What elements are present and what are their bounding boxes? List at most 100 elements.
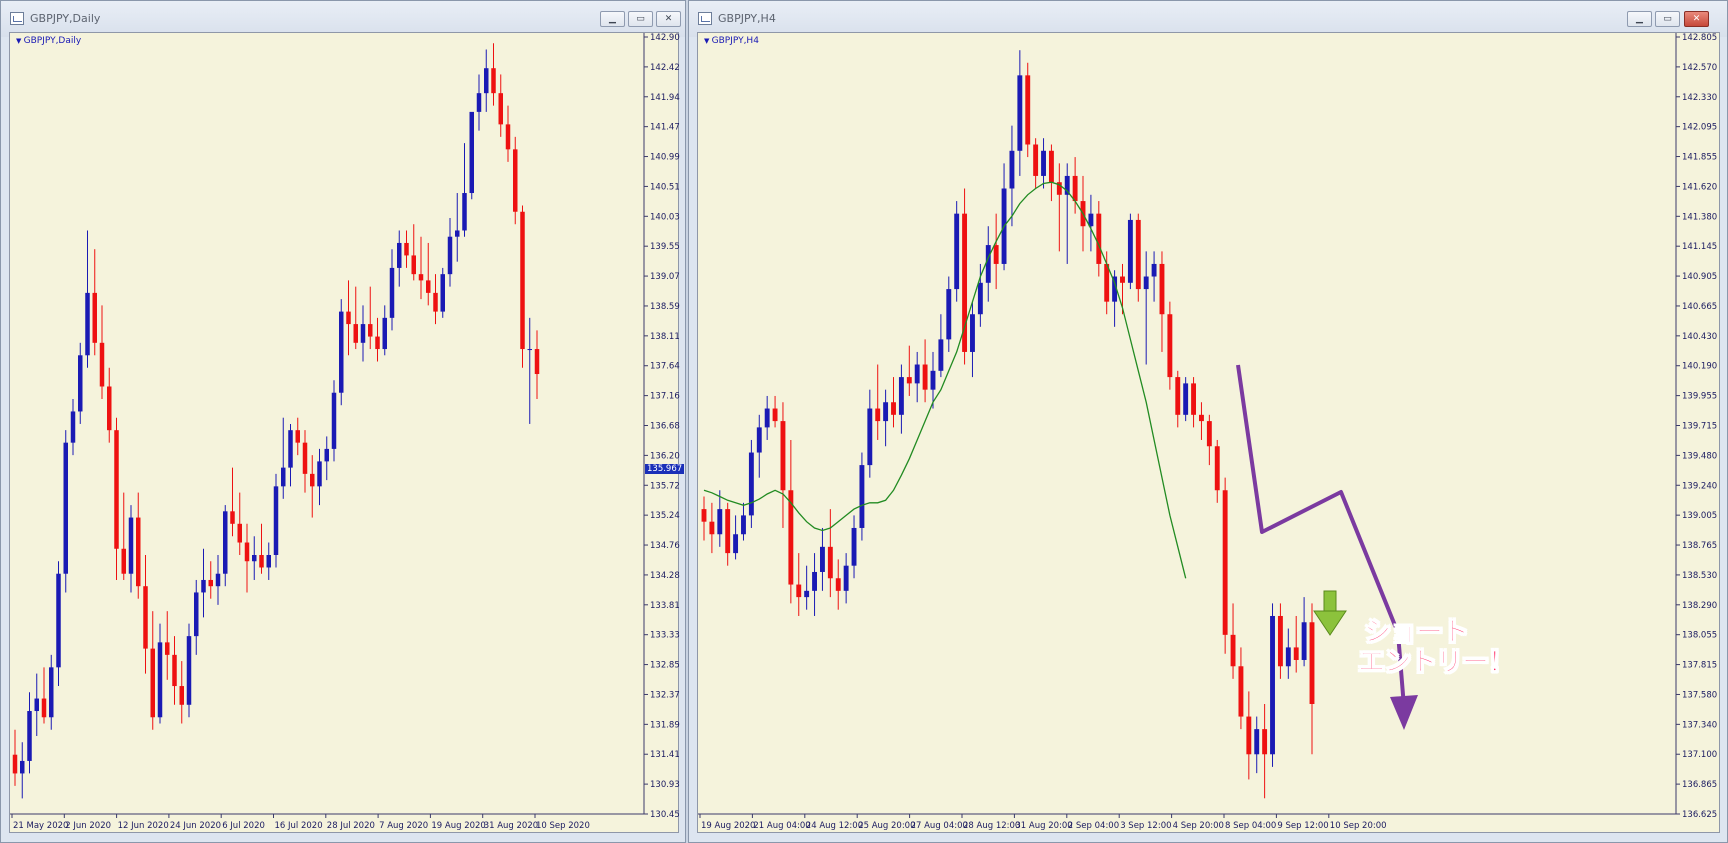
- price-tick-label: 137.340: [1682, 720, 1717, 730]
- candle-body: [295, 430, 300, 443]
- time-tick-label: 27 Aug 04:00: [911, 821, 968, 831]
- candle-body: [1127, 219, 1133, 283]
- price-tick-label: 138.590: [650, 302, 680, 312]
- price-tick-label: 142.420: [650, 63, 680, 73]
- candle-body: [491, 68, 496, 94]
- candle-body: [128, 517, 134, 574]
- minimize-button[interactable]: ▁: [600, 11, 625, 27]
- candle-body: [513, 149, 518, 212]
- price-tick-label: 142.900: [650, 33, 680, 43]
- candle-body: [1048, 150, 1054, 183]
- candle-body: [1017, 75, 1023, 151]
- candle-body: [859, 465, 865, 528]
- candle-body: [389, 267, 395, 318]
- candle-body: [796, 584, 802, 598]
- candle-body: [223, 511, 228, 574]
- price-tick-label: 130.450: [650, 810, 680, 820]
- daily-candlestick-chart[interactable]: 142.900 142.420 141.940 141.470 140.990 140.5…: [10, 33, 680, 836]
- candle-body: [922, 364, 928, 390]
- candle-body: [411, 255, 416, 275]
- h4-candlestick-chart[interactable]: 142.805 142.570 142.330 142.095 141.855 141.6…: [698, 33, 1721, 836]
- maximize-button[interactable]: ▭: [628, 11, 653, 27]
- minimize-button[interactable]: ▁: [1627, 11, 1652, 27]
- candle-body: [360, 324, 366, 343]
- candle-body: [1151, 263, 1157, 277]
- candle-body: [954, 213, 960, 290]
- candle-body: [1206, 421, 1212, 447]
- daily-chart-area[interactable]: 142.900 142.420 141.940 141.470 140.990 140.5…: [9, 32, 685, 836]
- candle-body: [107, 386, 112, 431]
- price-tick-label: 138.110: [650, 332, 680, 342]
- daily-symbol-label: GBPJPY,Daily: [16, 36, 82, 46]
- close-button[interactable]: ✕: [656, 11, 681, 27]
- time-tick-label: 24 Aug 12:00: [806, 821, 863, 831]
- price-tick-label: 139.715: [1682, 422, 1717, 432]
- candle-body: [764, 408, 770, 428]
- candle-body: [505, 124, 511, 150]
- candle-body: [208, 579, 213, 587]
- price-tick-label: 141.380: [1682, 212, 1717, 222]
- candle-body: [34, 698, 39, 712]
- candle-body: [426, 280, 431, 293]
- candle-body: [339, 311, 344, 393]
- price-tick-label: 138.765: [1682, 541, 1717, 551]
- candle-body: [709, 521, 715, 535]
- h4-chart-window[interactable]: GBPJPY,H4 ▁ ▭ ✕ 142.805 142.570 142.330 142…: [688, 0, 1728, 843]
- candle-body: [1293, 647, 1299, 660]
- candle-body: [78, 355, 83, 412]
- candle-body: [281, 467, 286, 487]
- time-tick-label: 12 Jun 2020: [118, 821, 169, 831]
- price-tick-label: 139.955: [1682, 392, 1717, 402]
- candle-body: [733, 534, 739, 554]
- maximize-button[interactable]: ▭: [1655, 11, 1680, 27]
- candle-body: [1238, 666, 1244, 717]
- price-tick-label: 134.760: [650, 541, 680, 551]
- candle-body: [266, 555, 271, 568]
- chart-window-icon: [10, 12, 24, 25]
- price-tick-label: 140.905: [1682, 272, 1717, 282]
- time-tick-label: 6 Jul 2020: [222, 821, 265, 831]
- price-tick-label: 131.890: [650, 720, 680, 730]
- candle-body: [165, 642, 170, 655]
- close-button[interactable]: ✕: [1684, 11, 1709, 27]
- trend-arrow-head: [1390, 695, 1418, 730]
- price-tick-label: 140.665: [1682, 302, 1717, 312]
- candle-body: [455, 230, 460, 237]
- candle-body: [977, 282, 983, 315]
- candle-body: [772, 408, 778, 422]
- time-tick-label: 9 Sep 12:00: [1277, 821, 1328, 831]
- candle-body: [812, 571, 817, 591]
- candle-body: [484, 68, 489, 94]
- candle-body: [476, 93, 482, 112]
- candle-body: [201, 579, 206, 593]
- candle-body: [1009, 150, 1015, 189]
- candle-body: [1246, 716, 1252, 755]
- price-tick-label: 137.100: [1682, 750, 1717, 760]
- time-tick-label: 24 Jun 2020: [170, 821, 221, 831]
- candle-body: [179, 686, 184, 705]
- candle-body: [114, 430, 119, 549]
- daily-chart-window[interactable]: GBPJPY,Daily ▁ ▭ ✕ 142.900 142.420 141.940…: [0, 0, 686, 843]
- h4-chart-area[interactable]: 142.805 142.570 142.330 142.095 141.855 141.6…: [697, 32, 1720, 833]
- close-icon: ✕: [1692, 14, 1701, 24]
- price-tick-label: 142.095: [1682, 123, 1717, 133]
- candle-body: [1254, 729, 1260, 755]
- candle-body: [1025, 75, 1031, 145]
- price-tick-label: 136.680: [650, 422, 680, 432]
- candle-body: [143, 586, 148, 649]
- candle-body: [1041, 150, 1046, 176]
- candle-body: [244, 542, 250, 562]
- price-tick-label: 133.810: [650, 601, 680, 611]
- candle-body: [914, 364, 920, 384]
- price-tick-label: 137.815: [1682, 661, 1717, 671]
- candle-body: [447, 236, 453, 275]
- candle-body: [85, 292, 90, 356]
- candle-body: [717, 509, 723, 535]
- time-tick-label: 31 Aug 2020: [484, 821, 538, 831]
- price-tick-label: 141.855: [1682, 153, 1717, 163]
- candle-body: [382, 317, 387, 350]
- candle-body: [375, 336, 380, 350]
- price-tick-label: 137.580: [1682, 690, 1717, 700]
- candle-body: [1167, 314, 1173, 378]
- candle-body: [27, 711, 32, 761]
